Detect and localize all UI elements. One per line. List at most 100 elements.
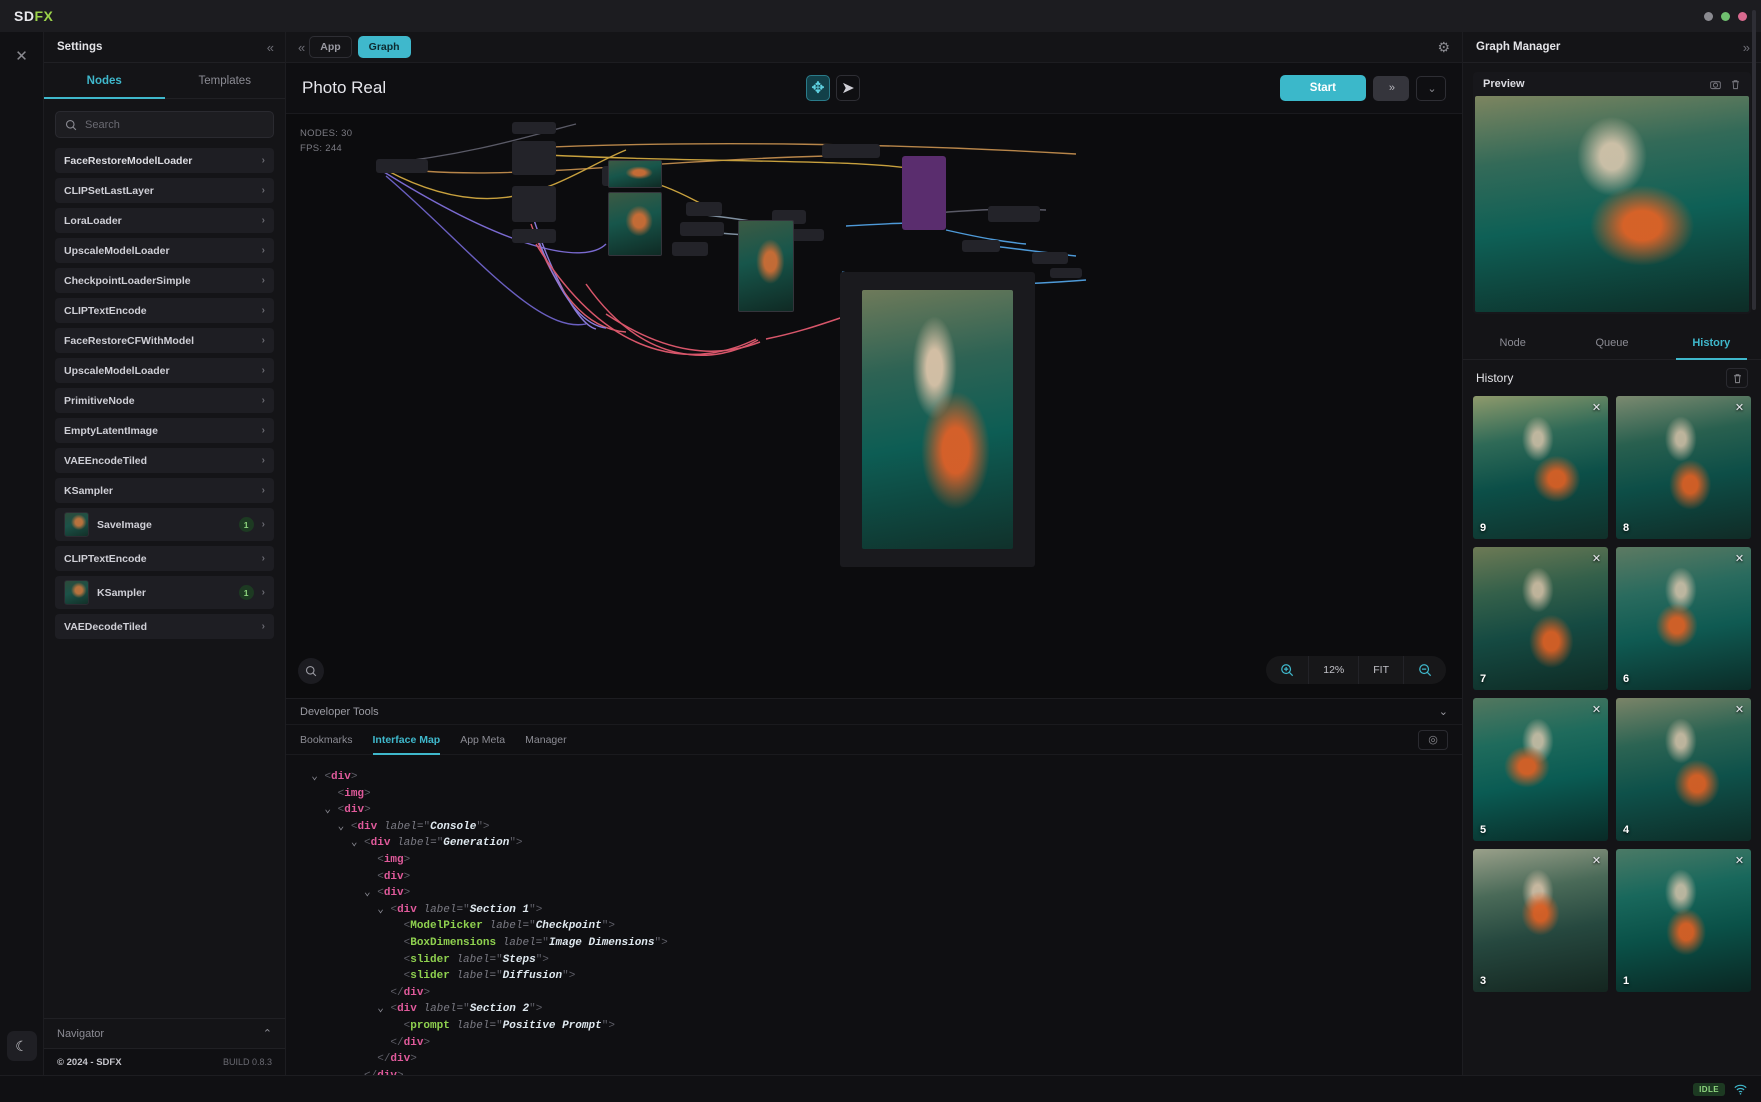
tree-caret-icon[interactable] bbox=[364, 871, 377, 883]
tab-templates[interactable]: Templates bbox=[165, 63, 286, 98]
chevron-right-icon[interactable]: › bbox=[262, 519, 265, 530]
tree-caret-icon[interactable]: ⌄ bbox=[324, 804, 337, 816]
history-thumbnail[interactable]: ✕8 bbox=[1616, 396, 1751, 539]
remove-history-item-icon[interactable]: ✕ bbox=[1589, 400, 1604, 415]
node-list-item[interactable]: FaceRestoreCFWithModel› bbox=[55, 328, 274, 353]
tree-node[interactable]: </div> bbox=[286, 1035, 1462, 1052]
zoom-fit-button[interactable]: FIT bbox=[1359, 656, 1404, 684]
graph-node[interactable] bbox=[512, 229, 556, 243]
graph-node[interactable] bbox=[376, 159, 428, 173]
node-list-item[interactable]: KSampler› bbox=[55, 478, 274, 503]
node-list-item[interactable]: CLIPSetLastLayer› bbox=[55, 178, 274, 203]
chevron-right-icon[interactable]: › bbox=[262, 335, 265, 346]
tree-caret-icon[interactable]: ⌄ bbox=[364, 887, 377, 899]
devtools-action-icon[interactable]: ◎ bbox=[1418, 730, 1448, 750]
chevron-right-icon[interactable]: › bbox=[262, 245, 265, 256]
tree-caret-icon[interactable] bbox=[390, 920, 403, 932]
tree-node[interactable]: <prompt label="Positive Prompt"> bbox=[286, 1018, 1462, 1035]
chevron-down-icon[interactable]: ⌄ bbox=[1416, 76, 1446, 101]
node-list-item[interactable]: VAEDecodeTiled› bbox=[55, 614, 274, 639]
node-list-item[interactable]: VAEEncodeTiled› bbox=[55, 448, 274, 473]
zoom-in-button[interactable] bbox=[1266, 656, 1309, 684]
graph-node[interactable] bbox=[822, 144, 880, 158]
tree-node[interactable]: <slider label="Steps"> bbox=[286, 952, 1462, 969]
history-thumbnail[interactable]: ✕5 bbox=[1473, 698, 1608, 841]
tree-node[interactable]: <div> bbox=[286, 869, 1462, 886]
graph-node[interactable] bbox=[1032, 252, 1068, 264]
tree-caret-icon[interactable]: ⌄ bbox=[311, 771, 324, 783]
tree-caret-icon[interactable] bbox=[364, 854, 377, 866]
tree-node[interactable]: ⌄ <div> bbox=[286, 802, 1462, 819]
window-maximize-button[interactable] bbox=[1721, 12, 1730, 21]
graph-node-highlight[interactable] bbox=[902, 156, 946, 230]
tab-nodes[interactable]: Nodes bbox=[44, 63, 165, 98]
graph-node[interactable] bbox=[672, 242, 708, 256]
graph-node[interactable] bbox=[1050, 268, 1082, 278]
graph-preview-node[interactable] bbox=[840, 272, 1035, 567]
camera-icon[interactable] bbox=[1710, 79, 1721, 90]
chevron-right-icon[interactable]: » bbox=[1743, 40, 1748, 55]
tree-caret-icon[interactable] bbox=[390, 970, 403, 982]
chevron-right-icon[interactable]: › bbox=[262, 185, 265, 196]
tree-node[interactable]: ⌄ <div> bbox=[286, 885, 1462, 902]
tree-caret-icon[interactable]: ⌄ bbox=[338, 821, 351, 833]
tree-caret-icon[interactable] bbox=[364, 1053, 377, 1065]
history-thumbnail[interactable]: ✕3 bbox=[1473, 849, 1608, 992]
history-thumbnail[interactable]: ✕4 bbox=[1616, 698, 1751, 841]
graph-node[interactable] bbox=[962, 240, 1000, 252]
node-list-item[interactable]: PrimitiveNode› bbox=[55, 388, 274, 413]
tab-graph[interactable]: Graph bbox=[358, 36, 411, 58]
tab-bookmarks[interactable]: Bookmarks bbox=[300, 725, 353, 755]
tree-node[interactable]: ⌄ <div label="Console"> bbox=[286, 819, 1462, 836]
move-tool-icon[interactable]: ✥ bbox=[806, 75, 830, 101]
window-minimize-button[interactable] bbox=[1704, 12, 1713, 21]
tree-caret-icon[interactable] bbox=[390, 1020, 403, 1032]
chevron-right-icon[interactable]: › bbox=[262, 395, 265, 406]
graph-node-thumbnail[interactable] bbox=[738, 220, 794, 312]
tree-node[interactable]: ⌄ <div label="Section 1"> bbox=[286, 902, 1462, 919]
chevron-down-icon[interactable]: ⌄ bbox=[1439, 705, 1448, 718]
node-list-item[interactable]: CLIPTextEncode› bbox=[55, 298, 274, 323]
tree-caret-icon[interactable] bbox=[377, 1037, 390, 1049]
zoom-out-button[interactable] bbox=[1404, 656, 1446, 684]
remove-history-item-icon[interactable]: ✕ bbox=[1589, 702, 1604, 717]
tree-caret-icon[interactable]: ⌄ bbox=[377, 904, 390, 916]
zoom-level-label[interactable]: 12% bbox=[1309, 656, 1359, 684]
select-tool-icon[interactable]: ➤ bbox=[836, 75, 860, 101]
trash-icon[interactable] bbox=[1730, 79, 1741, 90]
tree-caret-icon[interactable] bbox=[390, 937, 403, 949]
tree-node[interactable]: <slider label="Diffusion"> bbox=[286, 968, 1462, 985]
node-list-item[interactable]: LoraLoader› bbox=[55, 208, 274, 233]
queue-button[interactable]: » bbox=[1373, 76, 1409, 101]
chevron-right-icon[interactable]: › bbox=[262, 215, 265, 226]
chevron-right-icon[interactable]: › bbox=[262, 365, 265, 376]
tree-caret-icon[interactable] bbox=[351, 1070, 364, 1075]
canvas-search-button[interactable] bbox=[298, 658, 324, 684]
graph-node-thumbnail[interactable] bbox=[608, 160, 662, 188]
chevron-right-icon[interactable]: › bbox=[262, 455, 265, 466]
chevron-right-icon[interactable]: › bbox=[262, 155, 265, 166]
chevron-right-icon[interactable]: › bbox=[262, 553, 265, 564]
chevron-right-icon[interactable]: › bbox=[262, 587, 265, 598]
tree-node[interactable]: ⌄ <div> bbox=[286, 769, 1462, 786]
tree-node[interactable]: ⌄ <div label="Generation"> bbox=[286, 835, 1462, 852]
chevron-left-icon[interactable]: « bbox=[267, 40, 272, 55]
clear-history-button[interactable] bbox=[1726, 368, 1748, 388]
graph-node[interactable] bbox=[512, 141, 556, 175]
tab-queue[interactable]: Queue bbox=[1562, 326, 1661, 359]
chevron-right-icon[interactable]: › bbox=[262, 305, 265, 316]
tab-interface-map[interactable]: Interface Map bbox=[373, 725, 441, 755]
interface-map-tree[interactable]: ⌄ <div> <img> ⌄ <div> ⌄ <div label="Cons… bbox=[286, 755, 1462, 1075]
history-thumbnail[interactable]: ✕7 bbox=[1473, 547, 1608, 690]
start-button[interactable]: Start bbox=[1280, 75, 1366, 101]
gear-icon[interactable]: ⚙ bbox=[1437, 39, 1450, 56]
tree-node[interactable]: <img> bbox=[286, 852, 1462, 869]
node-list-item[interactable]: FaceRestoreModelLoader› bbox=[55, 148, 274, 173]
node-list-item[interactable]: CLIPTextEncode› bbox=[55, 546, 274, 571]
tab-app[interactable]: App bbox=[309, 36, 351, 58]
tab-history[interactable]: History bbox=[1662, 326, 1761, 359]
tree-node[interactable]: <BoxDimensions label="Image Dimensions"> bbox=[286, 935, 1462, 952]
tree-node[interactable]: </div> bbox=[286, 985, 1462, 1002]
remove-history-item-icon[interactable]: ✕ bbox=[1732, 853, 1747, 868]
graph-node[interactable] bbox=[680, 222, 724, 236]
